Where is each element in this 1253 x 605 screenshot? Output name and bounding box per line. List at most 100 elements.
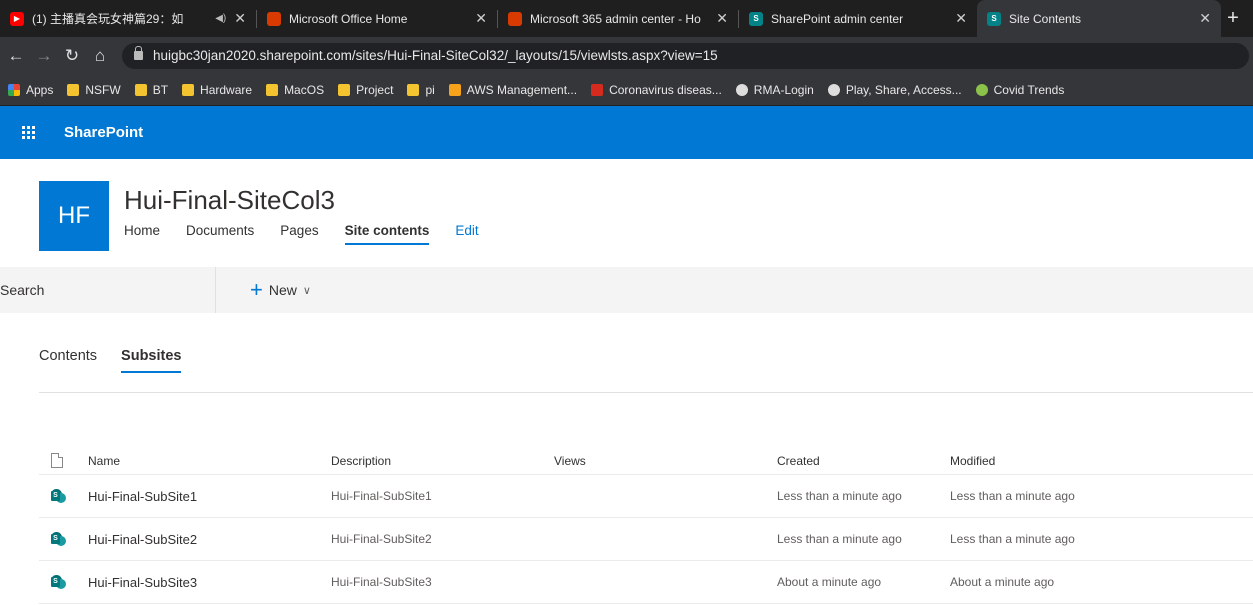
nav-site-contents[interactable]: Site contents — [344, 223, 430, 245]
search-box[interactable]: Search — [0, 267, 216, 313]
home-icon[interactable]: ⌂ — [88, 46, 112, 66]
nav-documents[interactable]: Documents — [186, 223, 254, 245]
bookmark-folder-macos[interactable]: MacOS — [266, 83, 324, 97]
site-title[interactable]: Hui-Final-SiteCol3 — [124, 185, 335, 216]
nav-pages[interactable]: Pages — [280, 223, 318, 245]
tab-title: (1) 主播真会玩女神篇29：如 — [32, 12, 184, 26]
bookmark-folder-hardware[interactable]: Hardware — [182, 83, 252, 97]
close-icon[interactable]: ✕ — [1199, 10, 1211, 27]
bookmark-folder-bt[interactable]: BT — [134, 83, 168, 97]
subsite-created: Less than a minute ago — [777, 489, 902, 503]
address-bar[interactable]: huigbc30jan2020.sharepoint.com/sites/Hui… — [122, 42, 1249, 69]
tab-title: Site Contents — [1009, 11, 1082, 26]
bookmark-folder-nsfw[interactable]: NSFW — [67, 83, 121, 97]
subsite-name-link[interactable]: Hui-Final-SubSite3 — [88, 575, 331, 590]
close-icon[interactable]: ✕ — [955, 10, 967, 27]
subsite-name-link[interactable]: Hui-Final-SubSite1 — [88, 489, 331, 504]
browser-tab-sharepoint-admin[interactable]: S SharePoint admin center ✕ — [739, 0, 977, 37]
bookmark-covid-trends[interactable]: Covid Trends — [975, 83, 1064, 97]
tab-subsites[interactable]: Subsites — [121, 348, 182, 373]
folder-icon — [134, 83, 147, 96]
table-row[interactable]: S Hui-Final-SubSite3 Hui-Final-SubSite3 … — [39, 561, 1253, 604]
bookmark-rma-login[interactable]: RMA-Login — [735, 83, 814, 97]
folder-icon — [338, 83, 351, 96]
reload-icon[interactable]: ↻ — [60, 46, 84, 66]
table-row[interactable]: S Hui-Final-SubSite2 Hui-Final-SubSite2 … — [39, 518, 1253, 561]
close-icon[interactable]: ✕ — [475, 10, 487, 27]
folder-icon — [182, 83, 195, 96]
youtube-icon: ▶ — [10, 11, 24, 26]
office-icon — [267, 11, 281, 26]
plus-icon: + — [250, 277, 263, 302]
new-label: New — [268, 282, 297, 298]
subsites-table: Name Description Views Created Modified … — [39, 447, 1253, 604]
suite-title[interactable]: SharePoint — [64, 124, 143, 141]
bookmark-play-share[interactable]: Play, Share, Access... — [827, 83, 962, 97]
maple-leaf-icon — [591, 83, 604, 96]
column-header-name[interactable]: Name — [88, 454, 331, 468]
column-header-views[interactable]: Views — [554, 454, 777, 468]
browser-toolbar: ← → ↻ ⌂ huigbc30jan2020.sharepoint.com/s… — [0, 37, 1253, 74]
subsite-created: Less than a minute ago — [777, 532, 902, 546]
chevron-down-icon: ∨ — [302, 284, 311, 297]
file-type-icon[interactable] — [51, 453, 63, 468]
pivot-divider — [39, 392, 1253, 393]
column-header-description[interactable]: Description — [331, 454, 554, 468]
table-row[interactable]: S Hui-Final-SubSite1 Hui-Final-SubSite1 … — [39, 475, 1253, 518]
bookmark-aws[interactable]: AWS Management... — [448, 83, 577, 97]
tab-title: Microsoft 365 admin center - Ho — [530, 11, 701, 26]
aws-cube-icon — [448, 83, 461, 96]
sharepoint-site-icon: S — [51, 531, 66, 547]
site-header: HF Hui-Final-SiteCol3 Home Documents Pag… — [0, 159, 1253, 267]
tab-contents[interactable]: Contents — [39, 348, 97, 373]
browser-tab-youtube[interactable]: ▶ (1) 主播真会玩女神篇29：如 ◀) ✕ — [0, 0, 256, 37]
browser-tab-office-home[interactable]: Microsoft Office Home ✕ — [257, 0, 497, 37]
nav-edit-link[interactable]: Edit — [455, 223, 478, 245]
new-tab-button[interactable]: + — [1221, 7, 1245, 30]
address-url: huigbc30jan2020.sharepoint.com/sites/Hui… — [153, 48, 718, 63]
subsite-description: Hui-Final-SubSite1 — [331, 489, 432, 503]
bookmark-folder-project[interactable]: Project — [338, 83, 393, 97]
subsite-created: About a minute ago — [777, 575, 882, 589]
new-button[interactable]: + New ∨ — [250, 277, 311, 303]
subsite-description: Hui-Final-SubSite2 — [331, 532, 432, 546]
close-icon[interactable]: ✕ — [234, 10, 246, 27]
subsite-name-link[interactable]: Hui-Final-SubSite2 — [88, 532, 331, 547]
close-icon[interactable]: ✕ — [716, 10, 728, 27]
nav-home[interactable]: Home — [124, 223, 160, 245]
bookmark-coronavirus[interactable]: Coronavirus diseas... — [591, 83, 722, 97]
site-navigation: Home Documents Pages Site contents Edit — [124, 223, 505, 245]
app-launcher-icon[interactable] — [22, 125, 36, 140]
pivot-tabs: Contents Subsites — [39, 348, 205, 373]
browser-tab-strip: ▶ (1) 主播真会玩女神篇29：如 ◀) ✕ Microsoft Office… — [0, 0, 1253, 37]
subsite-modified: About a minute ago — [950, 575, 1055, 589]
site-logo[interactable]: HF — [39, 181, 109, 251]
folder-icon — [266, 83, 279, 96]
lock-icon — [134, 46, 143, 60]
back-arrow-icon[interactable]: ← — [4, 46, 28, 66]
table-header: Name Description Views Created Modified — [39, 447, 1253, 475]
bookmarks-bar: Apps NSFW BT Hardware MacOS Project pi A… — [0, 74, 1253, 106]
folder-icon — [407, 83, 420, 96]
browser-tab-admin-center[interactable]: Microsoft 365 admin center - Ho ✕ — [498, 0, 738, 37]
subsite-description: Hui-Final-SubSite3 — [331, 575, 432, 589]
subsite-modified: Less than a minute ago — [950, 489, 1075, 503]
subsite-modified: Less than a minute ago — [950, 532, 1075, 546]
office-icon — [508, 11, 522, 26]
column-header-created[interactable]: Created — [777, 454, 950, 468]
bookmark-folder-pi[interactable]: pi — [407, 83, 435, 97]
sharepoint-icon: S — [749, 11, 763, 26]
sharepoint-site-icon: S — [51, 574, 66, 590]
sharepoint-site-icon: S — [51, 488, 66, 504]
bookmark-apps[interactable]: Apps — [8, 83, 53, 97]
column-header-modified[interactable]: Modified — [950, 454, 1200, 468]
folder-icon — [67, 83, 80, 96]
speaker-icon[interactable]: ◀) — [215, 13, 226, 24]
sharepoint-icon: S — [987, 11, 1001, 26]
tab-title: Microsoft Office Home — [289, 11, 408, 26]
search-label: Search — [0, 282, 45, 298]
forward-arrow-icon[interactable]: → — [32, 46, 56, 66]
browser-tab-site-contents[interactable]: S Site Contents ✕ — [977, 0, 1221, 37]
virus-icon — [975, 83, 988, 96]
globe-icon — [827, 83, 840, 96]
